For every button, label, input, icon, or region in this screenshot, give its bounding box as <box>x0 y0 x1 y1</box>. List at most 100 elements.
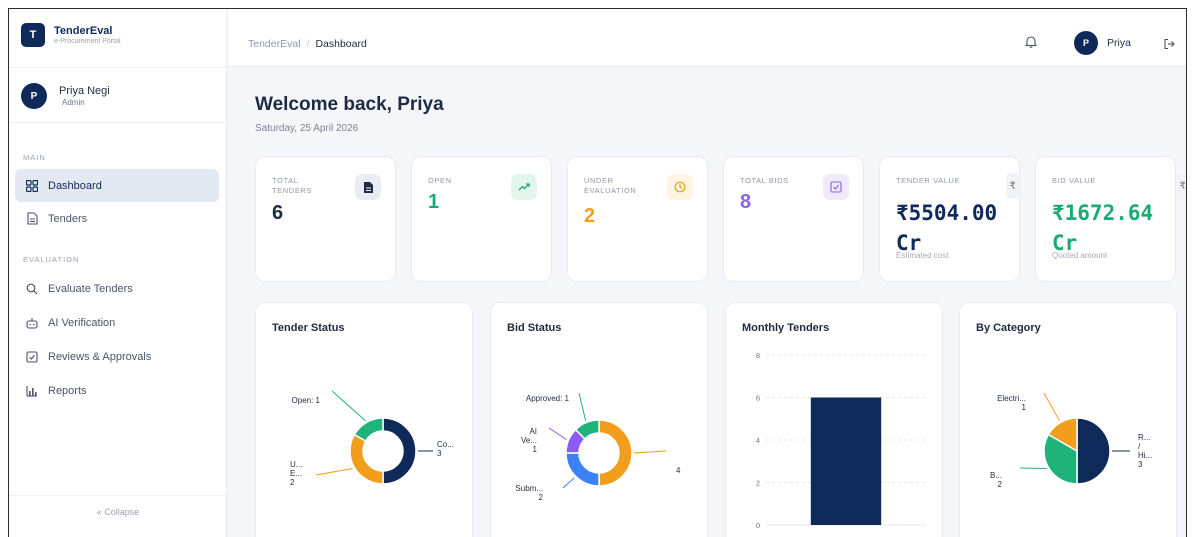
robot-icon <box>25 316 39 330</box>
stat-subtitle: Quoted amount <box>1052 251 1108 260</box>
slice-label: 3 <box>437 449 442 458</box>
stat-value: 1 <box>428 191 440 213</box>
by-category-chart: R.../Hi...3 B...2 Electri...1 <box>990 392 1152 489</box>
stat-card-bid-value[interactable]: BID VALUE ₹1672.64 Cr Quoted amount ₹ <box>1035 156 1186 282</box>
y-tick-label: 0 <box>756 521 760 530</box>
stat-card-total-tenders[interactable]: TOTAL TENDERS 6 <box>255 156 396 282</box>
divider <box>9 67 227 68</box>
user-role: Admin <box>62 97 85 107</box>
slice-label: E... <box>290 469 302 478</box>
stat-label: OPEN <box>428 176 452 185</box>
topbar: TenderEval / Dashboard P Priya <box>228 9 1186 67</box>
stat-label: TENDER VALUE <box>896 176 961 185</box>
slice-label: 2 <box>290 478 295 487</box>
leader-line <box>1019 467 1047 469</box>
user-name: Priya <box>1107 37 1131 49</box>
monthly-tenders-chart: 02468Apr '26 <box>756 351 926 537</box>
slice-label: Co... <box>437 440 454 449</box>
sidebar-item-tenders[interactable]: Tenders <box>15 202 219 235</box>
avatar: P <box>21 83 47 109</box>
stat-value: ₹5504.00 Cr <box>896 201 998 255</box>
trending-up-icon <box>511 174 537 200</box>
sidebar-item-ai-verification[interactable]: AI Verification <box>15 306 219 339</box>
logout-icon[interactable] <box>1163 37 1175 55</box>
stat-card-under-evaluation[interactable]: UNDER EVALUATION 2 <box>567 156 708 282</box>
slice-label: 1 <box>533 445 538 454</box>
collapse-button[interactable]: « Collapse <box>9 495 227 527</box>
breadcrumb-separator: / <box>306 38 310 50</box>
stat-value: 2 <box>584 205 596 227</box>
leader-line <box>548 427 567 441</box>
brand-subtitle: e-Procurement Portal <box>54 37 121 45</box>
document-icon <box>355 174 381 200</box>
app-window: T TenderEval e-Procurement Portal P Priy… <box>8 8 1187 537</box>
stat-card-open[interactable]: OPEN 1 <box>411 156 552 282</box>
leader-line <box>331 390 366 422</box>
slice-label: R... <box>1138 433 1150 442</box>
chart-title: Bid Status <box>507 322 562 334</box>
slice-label: 2 <box>998 480 1003 489</box>
brand[interactable]: T TenderEval e-Procurement Portal <box>21 23 121 47</box>
pie-slice[interactable] <box>598 419 633 487</box>
bar[interactable] <box>810 397 882 526</box>
bar-chart-icon <box>25 384 39 398</box>
page-title: Welcome back, Priya <box>255 94 444 115</box>
stat-label: BID VALUE <box>1052 176 1097 185</box>
y-tick-label: 8 <box>756 351 760 360</box>
breadcrumb-root[interactable]: TenderEval <box>248 38 301 50</box>
check-square-icon <box>823 174 849 200</box>
stat-value: 6 <box>272 202 284 224</box>
sidebar: T TenderEval e-Procurement Portal P Priy… <box>9 9 227 537</box>
sidebar-item-dashboard[interactable]: Dashboard <box>15 169 219 202</box>
sidebar-item-label: Tenders <box>48 212 88 225</box>
bell-icon[interactable] <box>1024 35 1038 53</box>
rupee-icon: ₹ <box>1006 173 1019 199</box>
chart-card-monthly-tenders: 02468Apr '26 Monthly Tenders <box>725 302 943 537</box>
brand-logo: T <box>21 23 45 47</box>
pie-slice[interactable] <box>349 433 384 485</box>
user-menu[interactable]: P Priya <box>1074 31 1131 55</box>
pie-slice[interactable] <box>353 417 384 443</box>
user-name: Priya Negi <box>59 84 110 97</box>
checkbox-icon <box>25 350 39 364</box>
chart-title: Monthly Tenders <box>742 322 830 334</box>
slice-label: U... <box>290 460 302 469</box>
chart-card-bid-status: 4 Subm... 2 AI Ve... 1 Approved: 1 Bid Status <box>490 302 708 537</box>
slice-label: Open: 1 <box>292 396 321 405</box>
tender-status-chart: Co...3 U...E...2 Open: 1 <box>290 390 454 487</box>
chart-title: By Category <box>976 322 1041 334</box>
rupee-icon: ₹ <box>1176 173 1186 199</box>
document-icon <box>25 212 39 226</box>
slice-label: / <box>1138 442 1141 451</box>
leader-line <box>1043 392 1060 421</box>
leader-line <box>578 392 587 421</box>
sidebar-item-label: Reports <box>48 384 87 397</box>
breadcrumb: TenderEval / Dashboard <box>248 38 367 50</box>
stat-label: UNDER EVALUATION <box>584 176 637 195</box>
slice-label: 2 <box>539 493 544 502</box>
y-tick-label: 4 <box>756 436 760 445</box>
pie-slice[interactable] <box>1076 417 1111 485</box>
sidebar-item-reviews-approvals[interactable]: Reviews & Approvals <box>15 340 219 373</box>
sidebar-item-label: Dashboard <box>48 179 102 192</box>
slice-label: 4 <box>676 466 681 475</box>
user-profile[interactable]: P Priya Negi Admin <box>21 83 110 109</box>
sidebar-item-reports[interactable]: Reports <box>15 374 219 407</box>
chart-title: Tender Status <box>272 322 345 334</box>
slice-label: Approved: 1 <box>526 394 570 403</box>
pie-slice[interactable] <box>382 417 417 485</box>
chart-card-tender-status: Co... 3 U... E... 2 Open: 1 Tender Status <box>255 302 473 537</box>
sidebar-item-label: Evaluate Tenders <box>48 282 133 295</box>
stat-card-tender-value[interactable]: TENDER VALUE ₹5504.00 Cr Estimated cost … <box>879 156 1020 282</box>
slice-label: 1 <box>1022 403 1027 412</box>
stat-subtitle: Estimated cost <box>896 251 949 260</box>
stat-label: TOTAL BIDS <box>740 176 789 185</box>
bid-status-chart: 4 Subm...2 AIVe...1 Approved: 1 <box>515 392 681 502</box>
search-icon <box>25 282 39 296</box>
slice-label: Electri... <box>997 394 1026 403</box>
slice-label: B... <box>990 471 1002 480</box>
stat-card-total-bids[interactable]: TOTAL BIDS 8 <box>723 156 864 282</box>
avatar: P <box>1074 31 1098 55</box>
leader-line <box>562 477 575 489</box>
sidebar-item-evaluate-tenders[interactable]: Evaluate Tenders <box>15 272 219 305</box>
